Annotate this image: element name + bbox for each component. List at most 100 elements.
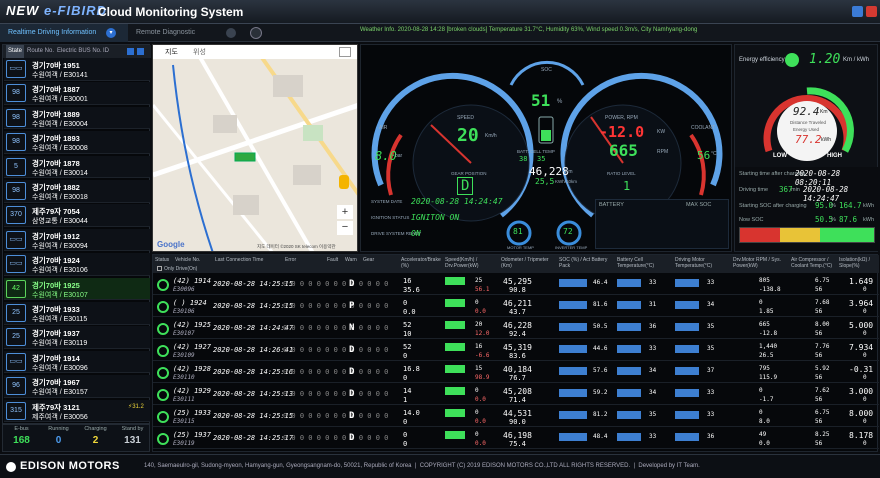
bus-list-item[interactable]: 42 경기70바 1925 수원여객 / E30107 [4,277,150,301]
now-soc-kwh: 87.6 [839,215,858,224]
energy-unit: kWh [821,137,831,143]
bus-list-item[interactable]: 25 경기70바 1937 수원여객 / E30119 [4,326,150,349]
battery-temp-value: 36 [649,323,657,330]
power-status-icon [157,323,169,335]
efficiency-label: Energy efficiency [739,57,785,63]
bus-region-id: 수원여객 / E30157 [32,389,88,397]
power-status-icon [157,389,169,401]
table-row[interactable]: (42) 1928 E30110 2020-08-28 14:25:16 0 0 0 … [153,363,879,384]
footer-brand: EDISON MOTORS [20,460,120,472]
bus-region-id: 수원여객 / E30115 [32,316,88,323]
efficiency-gauge [763,87,854,161]
chevron-down-icon[interactable]: ▾ [106,28,116,38]
bus-region-id: 수원여객 / E30008 [32,145,88,153]
speed-bar [445,277,465,285]
battery-temp-value: 33 [649,433,657,440]
accelerator-value: 16 [403,277,412,285]
tripmeter-value: 92.4 [509,330,526,338]
table-row[interactable]: (42) 1914 E30096 2020-08-28 14:25:15 0 0 0 … [153,275,879,296]
table-header-8: Speed(Km/h) / Drv.Power(kW) [445,257,479,269]
bus-list-item[interactable]: 370 제주79자 7054 삼영교통 / E30044 [4,204,150,227]
speed-value: 16 [475,343,483,350]
isolation-value: 1.649 [849,277,874,286]
battery-temp-value: 33 [649,345,657,352]
bus-stat-running: Running 0 [40,425,77,453]
minimize-button[interactable] [852,6,863,17]
error-codes: 0 0 0 0 0 0 0 0 0 0 0 0 0 [283,324,389,332]
table-row[interactable]: (42) 1925 E30107 2020-08-28 14:24:47 0 0 0 … [153,319,879,340]
sort-icon[interactable] [127,48,134,55]
gear-value: P [349,301,355,311]
soc-value: 51 [531,91,551,110]
map-view[interactable]: 지도 위성 + − Google 지도 데이터 ©2020 SK telecom… [152,44,358,252]
last-connection: 2020-08-28 14:26:41 [213,346,294,354]
stat-value: 2 [92,435,99,446]
battery-temp-bar [617,389,641,397]
table-row[interactable]: ( ) 1924 E30106 2020-08-28 14:25:15 0 0 0 0… [153,297,879,318]
table-row[interactable]: (42) 1929 E30111 2020-08-28 14:25:13 0 0 0 … [153,385,879,406]
only-drive-checkbox[interactable] [157,266,162,271]
tab-remote-diagnostic[interactable]: Remote Diagnostic [128,24,238,42]
coolant-value: 56 [815,396,823,403]
brake-value: 1 [403,396,408,404]
air-compressor-value: 8.00 [815,321,830,328]
table-row[interactable]: (25) 1937 E30119 2020-08-28 14:25:17 0 0 0 … [153,429,879,450]
soc-bar [559,345,587,353]
rpm-value: 0 [759,299,763,306]
tab-realtime-driving[interactable]: Realtime Driving Information ▾ [0,24,128,42]
bus-list-item[interactable]: 5 경기70바 1878 수원여객 / E30014 [4,155,150,179]
street-view-icon[interactable] [339,175,349,189]
isolation-value: 3.964 [849,299,874,308]
bus-list-item[interactable]: 98 경기70바 1893 수원여객 / E30008 [4,131,150,154]
bus-list-item[interactable]: 98 경기70바 1887 수원여객 / E30001 [4,82,150,105]
power-unit: KW [657,129,666,135]
vehicle-id: E30110 [173,374,195,381]
bus-list-item[interactable]: 98 경기70바 1882 수원여객 / E30018 [4,180,150,203]
motor-temp-bar [675,367,699,375]
drive-power-value: -6.6 [475,352,490,359]
bus-list-item[interactable]: 96 경기70바 1967 수원여객 / E30157 [4,375,150,398]
bus-list-item[interactable]: ▭▭ 경기70바 1912 수원여객 / E30094 [4,228,150,252]
table-row[interactable]: (42) 1927 E30109 2020-08-28 14:26:41 0 0 0 … [153,341,879,362]
map-tab-map[interactable]: 지도 [165,47,178,57]
sys-power-value: -12.8 [759,330,778,337]
power-rpm-label: POWER, RPM [605,115,638,121]
soc-value: 46.4 [593,279,608,286]
globe-icon[interactable] [250,27,262,39]
error-codes: 0 0 0 0 0 0 0 0 0 0 0 0 0 [283,434,389,442]
vehicle-id: E30106 [173,308,195,315]
drive-power-value: 0.0 [475,396,486,403]
ignition-value: IGNITON ON [411,213,460,222]
vehicle-number: (42) 1925 [173,321,211,329]
smile-icon [785,53,799,67]
bus-list-item[interactable]: 25 경기70바 1933 수원여객 / E30115 [4,302,150,325]
drive-time-label: Driving time [739,187,769,193]
soc-bar [559,389,587,397]
tab-bar: Realtime Driving Information ▾ Remote Di… [0,24,880,42]
start-soc-kwh: 164.7 [839,201,862,210]
zoom-in-button[interactable]: + [337,205,353,219]
air-unit: bar [395,153,403,159]
bus-list-item[interactable]: ▭▭ 경기70바 1951 수원여객 / E30141 [4,58,150,81]
bus-region-id: 제주여객 / E30056 [32,413,88,421]
brake-value: 10 [403,330,412,338]
fullscreen-icon[interactable] [339,47,351,57]
bus-list-item[interactable]: ▭▭ 경기70바 1914 수원여객 / E30096 [4,350,150,374]
bus-list-item[interactable]: ▭▭ 경기70바 1924 수원여객 / E30106 [4,253,150,276]
bus-region-id: 수원여객 / E30119 [32,340,88,348]
bus-route-icon: 25 [6,328,26,347]
bus-list-item[interactable]: 98 경기70바 1889 수원여객 / E30004 [4,106,150,130]
bus-marker-icon[interactable] [234,152,256,162]
accelerator-value: 16.8 [403,365,420,373]
map-tab-satellite[interactable]: 위성 [193,47,206,57]
vehicle-id: E30111 [173,396,195,403]
stat-value: 168 [13,435,30,446]
sort-icon[interactable] [137,48,144,55]
header-state[interactable]: State [6,45,25,58]
zoom-out-button[interactable]: − [337,221,353,235]
battery-grid: BATTERY MAX SOC [595,199,729,249]
close-button[interactable] [866,6,877,17]
bus-list-header: State Route No. Electric BUS No. ID [3,45,151,58]
table-row[interactable]: (25) 1933 E30115 2020-08-28 14:25:15 0 0 0 … [153,407,879,428]
bus-list-item[interactable]: 315 제주79자 3121 제주여객 / E30056 ⚡31.2 [4,399,150,423]
